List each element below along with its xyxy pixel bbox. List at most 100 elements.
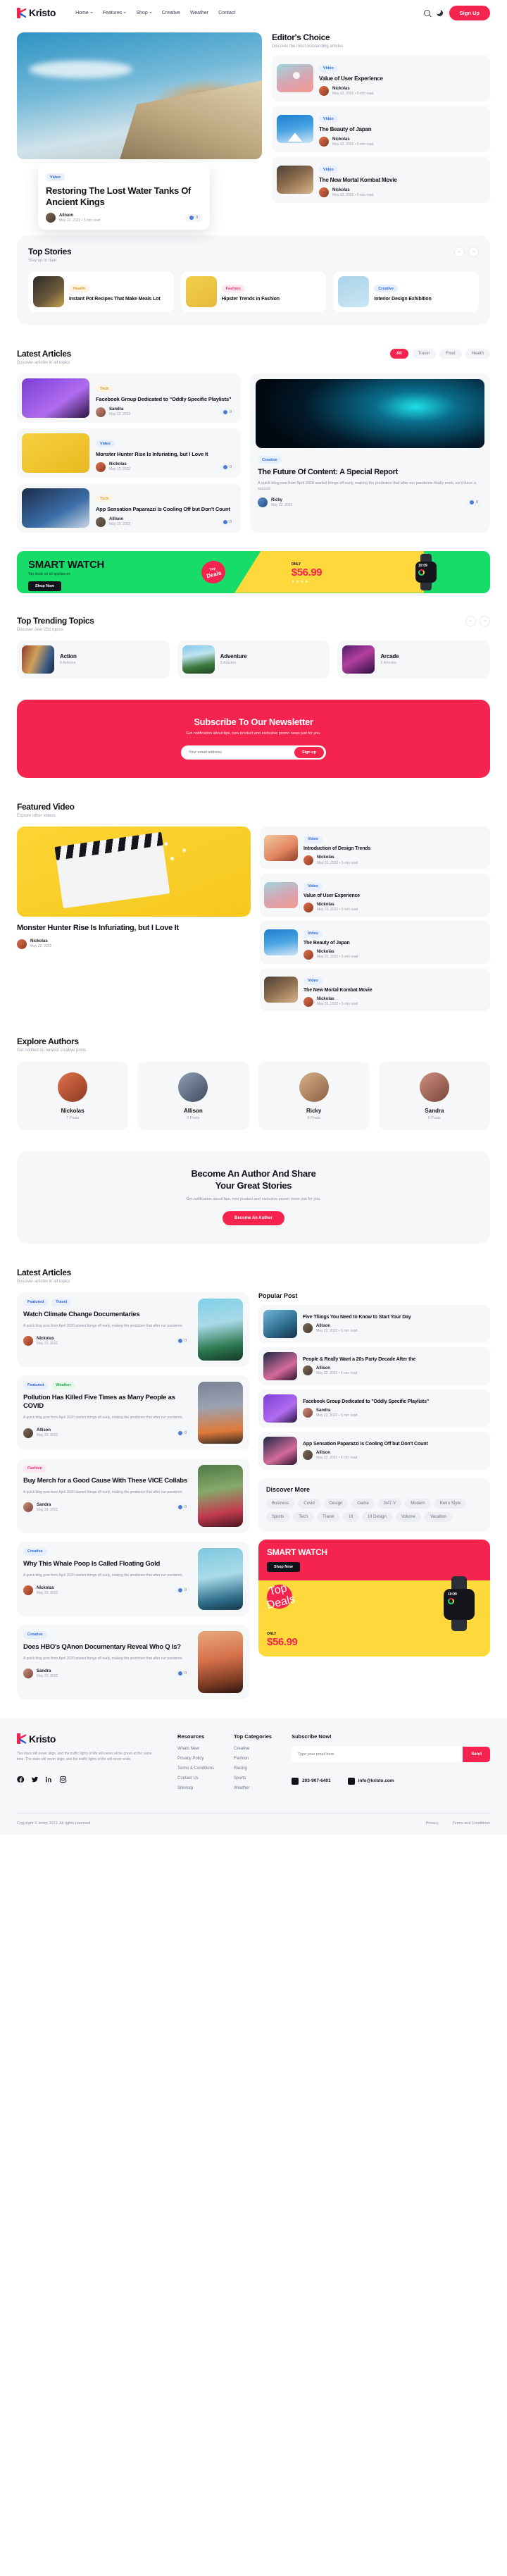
article-tag[interactable]: Video bbox=[303, 882, 323, 891]
like-counter[interactable]: 0 bbox=[218, 463, 236, 471]
footer-link-whats-new[interactable]: Whats New bbox=[177, 1747, 214, 1751]
like-counter[interactable]: 0 bbox=[173, 1586, 191, 1594]
list-item[interactable]: Creative Interior Design Exhibition bbox=[333, 271, 479, 312]
list-item[interactable]: Video Introduction of Design Trends Nick… bbox=[260, 826, 490, 870]
list-item[interactable]: Tech Facebook Group Dedicated to "Oddly … bbox=[17, 373, 241, 423]
list-item[interactable]: App Sensation Paparazzi Is Cooling Off b… bbox=[258, 1431, 490, 1470]
shop-now-button[interactable]: Shop Now bbox=[267, 1561, 300, 1572]
nav-item-home[interactable]: Home bbox=[75, 11, 93, 16]
table-row[interactable]: Fashion Buy Merch for a Good Cause With … bbox=[17, 1458, 249, 1533]
list-item[interactable]: Health Instant Pot Recipes That Make Mea… bbox=[28, 271, 174, 312]
like-counter[interactable]: 0 bbox=[173, 1337, 191, 1345]
author-card[interactable]: Sandra 6 Posts bbox=[378, 1062, 490, 1131]
twitter-icon[interactable] bbox=[31, 1774, 39, 1783]
nav-item-weather[interactable]: Weather bbox=[190, 11, 208, 16]
list-item[interactable]: Video Value of User Experience Nickolas … bbox=[272, 55, 490, 101]
list-item[interactable]: Facebook Group Dedicated to "Oddly Speci… bbox=[258, 1389, 490, 1428]
shop-now-button[interactable]: Shop Now bbox=[28, 581, 61, 591]
list-item[interactable]: People & Really Want a 20s Party Decade … bbox=[258, 1346, 490, 1385]
list-item[interactable]: Video Value of User Experience Nickolas … bbox=[260, 874, 490, 917]
carousel-prev-button[interactable]: ← bbox=[454, 246, 465, 257]
carousel-next-button[interactable]: → bbox=[468, 246, 479, 257]
article-tag[interactable]: Video bbox=[319, 115, 338, 123]
list-item[interactable]: Video The New Mortal Kombat Movie Nickol… bbox=[272, 156, 490, 203]
linkedin-icon[interactable] bbox=[45, 1774, 53, 1783]
hero-tag[interactable]: Video bbox=[46, 173, 65, 182]
table-row[interactable]: Creative Does HBO's QAnon Documentary Re… bbox=[17, 1624, 249, 1699]
discover-tag[interactable]: Volume bbox=[395, 1511, 421, 1522]
like-counter[interactable]: 0 bbox=[173, 1503, 191, 1511]
filter-chip-food[interactable]: Food bbox=[439, 348, 462, 359]
like-counter[interactable]: 0 bbox=[465, 498, 482, 507]
email-input[interactable] bbox=[189, 750, 294, 755]
filter-chip-health[interactable]: Health bbox=[465, 348, 490, 359]
footer-link-fashion[interactable]: Fashion bbox=[234, 1757, 272, 1761]
nav-item-creative[interactable]: Creative bbox=[162, 11, 180, 16]
article-tag[interactable]: Fashion bbox=[221, 285, 245, 293]
filter-chip-travel[interactable]: Travel bbox=[411, 348, 436, 359]
article-tag[interactable]: Video bbox=[303, 977, 323, 985]
footer-link-terms-conditions[interactable]: Terms and Conditions bbox=[453, 1821, 490, 1826]
author-card[interactable]: Ricky 8 Posts bbox=[258, 1062, 370, 1131]
like-counter[interactable]: 0 bbox=[173, 1669, 191, 1678]
footer-link-sports[interactable]: Sports bbox=[234, 1776, 272, 1781]
carousel-next-button[interactable]: → bbox=[480, 615, 490, 626]
discover-tag[interactable]: UI Design bbox=[362, 1511, 392, 1522]
dark-mode-icon[interactable] bbox=[436, 9, 443, 16]
become-author-button[interactable]: Become An Author bbox=[223, 1210, 284, 1225]
footer-link-creative[interactable]: Creative bbox=[234, 1747, 272, 1751]
nav-item-features[interactable]: Features bbox=[103, 11, 127, 16]
like-counter[interactable]: 0 bbox=[218, 518, 236, 526]
list-item[interactable]: Video The Beauty of Japan Nickolas May 2… bbox=[260, 921, 490, 965]
discover-tag[interactable]: GAT V bbox=[377, 1498, 402, 1509]
article-tag[interactable]: Creative bbox=[23, 1630, 47, 1639]
table-row[interactable]: Featured Travel Watch Climate Change Doc… bbox=[17, 1292, 249, 1367]
article-tag[interactable]: Weather bbox=[51, 1381, 75, 1389]
discover-tag[interactable]: Business bbox=[266, 1498, 295, 1509]
list-item[interactable]: Adventure 3 Articles bbox=[177, 640, 330, 679]
discover-tag[interactable]: Modern bbox=[405, 1498, 431, 1509]
discover-tag[interactable]: Sports bbox=[266, 1511, 290, 1522]
contact-phone[interactable]: 203-907-6401 bbox=[292, 1777, 331, 1785]
article-tag[interactable]: Tech bbox=[96, 385, 113, 393]
author-card[interactable]: Allison 9 Posts bbox=[137, 1062, 249, 1131]
signup-button[interactable]: Sign Up bbox=[449, 5, 490, 20]
like-counter[interactable]: 0 bbox=[173, 1429, 191, 1437]
discover-tag[interactable]: Covid bbox=[298, 1498, 320, 1509]
article-tag[interactable]: Creative bbox=[374, 285, 399, 293]
smart-watch-promo-banner[interactable]: SMART WATCH Top deals on all appliances … bbox=[17, 550, 490, 593]
article-tag[interactable]: Health bbox=[69, 285, 89, 293]
list-item[interactable]: Arcade 1 Articles bbox=[337, 640, 490, 679]
footer-link-weather[interactable]: Weather bbox=[234, 1786, 272, 1790]
brand-logo[interactable]: Kristo bbox=[17, 7, 56, 18]
nav-item-contact[interactable]: Contact bbox=[218, 11, 235, 16]
list-item[interactable]: Action 6 Articles bbox=[17, 640, 170, 679]
newsletter-signup-button[interactable]: Sign up bbox=[294, 747, 324, 759]
hero-featured-article[interactable]: Video Restoring The Lost Water Tanks Of … bbox=[17, 32, 262, 230]
footer-link-sitemap[interactable]: Sitemap bbox=[177, 1786, 214, 1790]
article-tag[interactable]: Video bbox=[319, 166, 338, 174]
article-tag[interactable]: Fashion bbox=[23, 1464, 47, 1473]
footer-link-terms[interactable]: Terms & Conditions bbox=[177, 1766, 214, 1771]
list-item[interactable]: Five Things You Need to Know to Start Yo… bbox=[258, 1304, 490, 1343]
discover-tag[interactable]: Retro Style bbox=[434, 1498, 467, 1509]
article-tag[interactable]: Travel bbox=[51, 1298, 72, 1306]
article-tag[interactable]: Video bbox=[303, 929, 323, 938]
table-row[interactable]: Featured Weather Pollution Has Killed Fi… bbox=[17, 1375, 249, 1450]
like-counter[interactable]: 0 bbox=[218, 408, 236, 416]
carousel-prev-button[interactable]: ← bbox=[465, 615, 476, 626]
footer-link-racing[interactable]: Racing bbox=[234, 1766, 272, 1771]
footer-link-privacy-policy[interactable]: Privacy Policy bbox=[177, 1757, 214, 1761]
discover-tag[interactable]: Game bbox=[351, 1498, 375, 1509]
email-input[interactable] bbox=[298, 1752, 463, 1757]
article-tag[interactable]: Creative bbox=[23, 1547, 47, 1556]
discover-tag[interactable]: Tech bbox=[293, 1511, 314, 1522]
sidebar-smart-watch-promo[interactable]: SMART WATCH Shop Now Top Deals ONLY $56.… bbox=[258, 1539, 490, 1657]
article-tag[interactable]: Video bbox=[96, 440, 115, 448]
send-button[interactable]: Send bbox=[463, 1746, 490, 1762]
featured-article-card[interactable]: Creative The Future Of Content: A Specia… bbox=[250, 373, 490, 533]
search-icon[interactable] bbox=[423, 9, 430, 16]
facebook-icon[interactable] bbox=[17, 1774, 25, 1783]
discover-tag[interactable]: Travel bbox=[317, 1511, 340, 1522]
list-item[interactable]: Video Monster Hunter Rise Is Infuriating… bbox=[17, 428, 241, 478]
